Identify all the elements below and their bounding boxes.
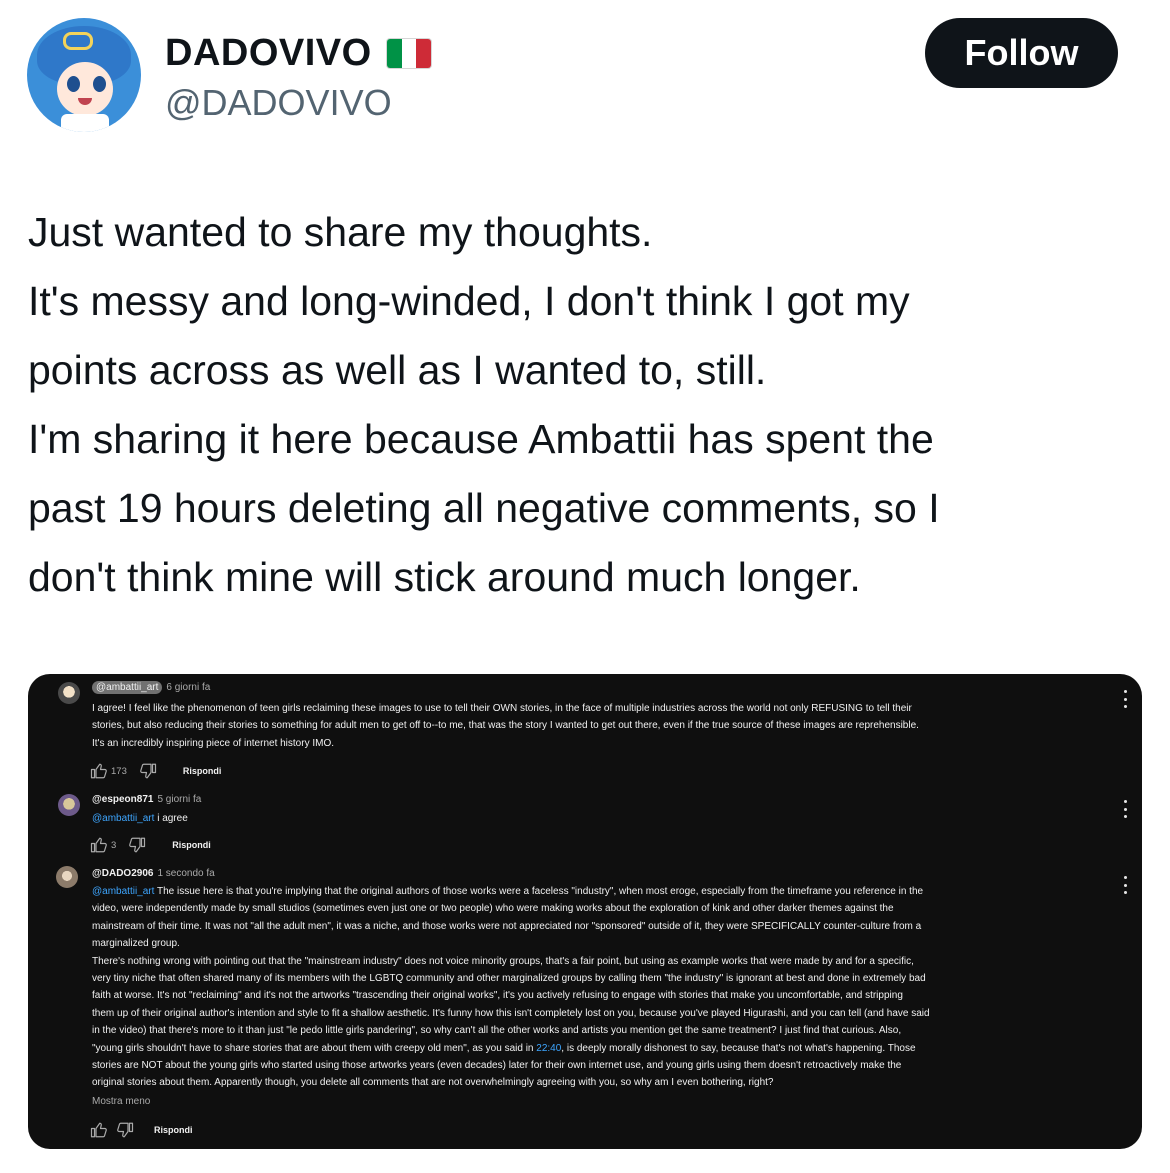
comment-line: "young girls shouldn't have to share sto… bbox=[92, 1042, 537, 1054]
comment-author[interactable]: @ambattii_art bbox=[92, 681, 163, 694]
comment-body: @ambattii_art The issue here is that you… bbox=[92, 883, 1107, 1092]
comment-line: The issue here is that you're implying t… bbox=[157, 886, 924, 897]
tweet-line: I'm sharing it here because Ambattii has… bbox=[28, 416, 934, 462]
comment-body: I agree! I feel like the phenomenon of t… bbox=[92, 700, 1107, 752]
comment-header: @DADO2906 1 secondo fa bbox=[92, 868, 215, 879]
comment-time: 5 giorni fa bbox=[157, 794, 202, 805]
flag-stripe-red bbox=[416, 39, 431, 68]
more-options-icon[interactable] bbox=[1122, 690, 1128, 708]
reply-button[interactable]: Rispondi bbox=[172, 840, 211, 850]
flag-stripe-white bbox=[401, 39, 417, 68]
dislike-button[interactable] bbox=[139, 762, 157, 780]
thumbs-up-icon bbox=[90, 763, 107, 779]
user-handle[interactable]: @DADOVIVO bbox=[165, 82, 392, 124]
follow-button[interactable]: Follow bbox=[925, 18, 1118, 88]
comment-line: faith at worse. It's not "reclaiming" an… bbox=[92, 990, 903, 1002]
comment-line: mainstream of their time. It was not "al… bbox=[92, 920, 922, 932]
thumbs-up-icon bbox=[90, 1122, 107, 1138]
comment-header: @ambattii_art 6 giorni fa bbox=[92, 681, 211, 694]
comment-line: in the video) that there's more to it th… bbox=[92, 1025, 902, 1037]
reply-button[interactable]: Rispondi bbox=[183, 766, 222, 776]
comment-line: It's an incredibly inspiring piece of in… bbox=[92, 737, 335, 749]
comment-line: i agree bbox=[157, 813, 188, 824]
commenter-avatar bbox=[56, 866, 78, 888]
like-button[interactable] bbox=[90, 1121, 108, 1139]
commenter-avatar bbox=[58, 682, 80, 704]
comment-line: video, were independently made by small … bbox=[92, 903, 894, 915]
comment-actions: Rispondi bbox=[90, 1120, 193, 1140]
comment-line: marginalized group. bbox=[92, 938, 180, 950]
avatar-hairclip bbox=[63, 32, 93, 50]
avatar-eye bbox=[67, 76, 80, 92]
mention-link[interactable]: @ambattii_art bbox=[92, 886, 154, 897]
tweet-line: past 19 hours deleting all negative comm… bbox=[28, 485, 940, 531]
tweet-header: DADOVIVO @DADOVIVO Follow bbox=[0, 0, 1170, 150]
avatar[interactable] bbox=[27, 18, 141, 132]
comment-line: , is deeply morally dishonest to say, be… bbox=[561, 1042, 916, 1054]
comment-line: stories are NOT about the young girls wh… bbox=[92, 1060, 902, 1072]
comment-author[interactable]: @DADO2906 bbox=[92, 868, 153, 879]
comment-line: original stories about them. Apparently … bbox=[92, 1077, 774, 1089]
commenter-avatar bbox=[58, 794, 80, 816]
comment-body: @ambattii_art i agree bbox=[92, 810, 1107, 827]
reply-button[interactable]: Rispondi bbox=[154, 1125, 193, 1135]
thumbs-down-icon bbox=[117, 1122, 134, 1138]
like-button[interactable]: 173 bbox=[90, 762, 127, 780]
flag-stripe-green bbox=[387, 39, 402, 68]
tweet-text: Just wanted to share my thoughts. It's m… bbox=[28, 198, 1148, 612]
timestamp-link[interactable]: 22:40 bbox=[536, 1043, 561, 1054]
like-count: 3 bbox=[111, 839, 117, 851]
comment-line: I agree! I feel like the phenomenon of t… bbox=[92, 703, 912, 714]
tweet-line: points across as well as I wanted to, st… bbox=[28, 347, 767, 393]
comment-actions: 3 Rispondi bbox=[90, 835, 211, 855]
thumbs-down-icon bbox=[139, 763, 156, 779]
tweet-line: don't think mine will stick around much … bbox=[28, 554, 861, 600]
more-options-icon[interactable] bbox=[1122, 876, 1128, 894]
like-count: 173 bbox=[111, 765, 127, 777]
attached-screenshot[interactable]: @ambattii_art 6 giorni fa I agree! I feel… bbox=[28, 674, 1142, 1149]
thumbs-up-icon bbox=[90, 837, 107, 853]
show-less-button[interactable]: Mostra meno bbox=[92, 1096, 150, 1107]
comment-author[interactable]: @espeon871 bbox=[92, 794, 153, 805]
comment-header: @espeon871 5 giorni fa bbox=[92, 794, 201, 805]
avatar-eye bbox=[93, 76, 106, 92]
avatar-collar bbox=[61, 114, 109, 132]
comment-time: 6 giorni fa bbox=[166, 682, 211, 693]
display-name[interactable]: DADOVIVO bbox=[165, 32, 372, 75]
comment-actions: 173 Rispondi bbox=[90, 761, 221, 781]
like-button[interactable]: 3 bbox=[90, 836, 116, 854]
comment-line: very tiny niche that often shared many o… bbox=[92, 973, 926, 985]
avatar-face bbox=[57, 62, 113, 116]
thumbs-down-icon bbox=[129, 837, 146, 853]
tweet-line: It's messy and long-winded, I don't thin… bbox=[28, 278, 910, 324]
tweet-line: Just wanted to share my thoughts. bbox=[28, 209, 653, 255]
dislike-button[interactable] bbox=[116, 1121, 134, 1139]
italy-flag-icon bbox=[387, 39, 431, 68]
comment-time: 1 secondo fa bbox=[157, 868, 215, 879]
mention-link[interactable]: @ambattii_art bbox=[92, 813, 154, 824]
comment-line: stories, but also reducing their stories… bbox=[92, 720, 919, 732]
dislike-button[interactable] bbox=[128, 836, 146, 854]
comment-line: There's nothing wrong with pointing out … bbox=[92, 955, 914, 967]
more-options-icon[interactable] bbox=[1122, 800, 1128, 818]
comment-line: them up of their original author's inten… bbox=[92, 1007, 930, 1019]
